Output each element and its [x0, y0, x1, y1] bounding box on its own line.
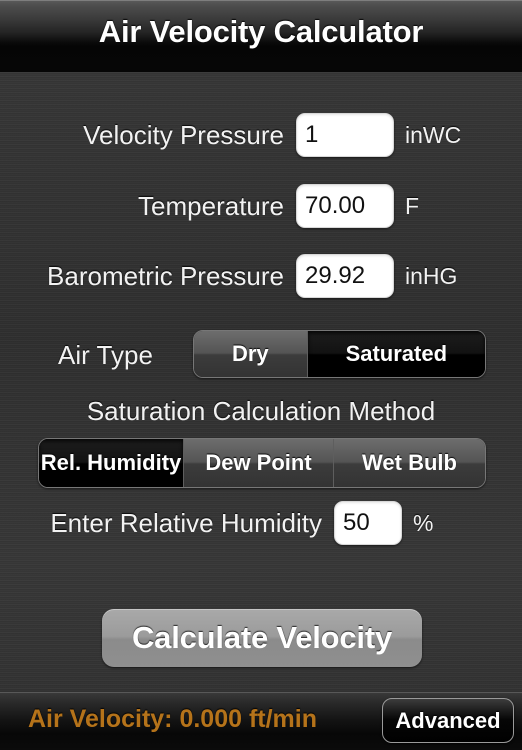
- field-row-temperature: Temperature F: [0, 183, 522, 229]
- advanced-button[interactable]: Advanced: [382, 698, 514, 743]
- app-root: Air Velocity Calculator Velocity Pressur…: [0, 0, 522, 750]
- saturation-method-option-rel-humidity[interactable]: Rel. Humidity: [39, 439, 184, 487]
- calculate-velocity-button[interactable]: Calculate Velocity: [102, 609, 422, 667]
- barometric-pressure-input[interactable]: [296, 254, 394, 298]
- bottom-bar: Air Velocity: 0.000 ft/min Advanced: [0, 692, 522, 750]
- barometric-pressure-unit: inHG: [405, 262, 458, 289]
- saturation-method-label: Saturation Calculation Method: [86, 396, 436, 426]
- page-title: Air Velocity Calculator: [98, 14, 424, 49]
- air-type-option-dry[interactable]: Dry: [194, 331, 308, 377]
- app-header: Air Velocity Calculator: [0, 0, 522, 72]
- air-type-option-saturated[interactable]: Saturated: [307, 331, 485, 377]
- field-row-relative-humidity: Enter Relative Humidity %: [0, 500, 522, 546]
- air-type-segmented-control[interactable]: Dry Saturated: [193, 330, 486, 378]
- saturation-method-option-dew-point[interactable]: Dew Point: [184, 439, 334, 487]
- field-row-velocity-pressure: Velocity Pressure inWC: [0, 112, 522, 158]
- air-type-label: Air Type: [58, 340, 153, 370]
- velocity-pressure-unit: inWC: [405, 121, 462, 148]
- barometric-pressure-label: Barometric Pressure: [47, 260, 284, 291]
- saturation-method-option-wet-bulb[interactable]: Wet Bulb: [334, 439, 485, 487]
- temperature-label: Temperature: [138, 190, 284, 221]
- velocity-pressure-label: Velocity Pressure: [83, 119, 284, 150]
- relative-humidity-input[interactable]: [334, 501, 402, 545]
- relative-humidity-unit: %: [413, 509, 434, 536]
- field-row-barometric-pressure: Barometric Pressure inHG: [0, 253, 522, 299]
- air-velocity-result: Air Velocity: 0.000 ft/min: [28, 705, 317, 733]
- relative-humidity-label: Enter Relative Humidity: [50, 507, 322, 538]
- temperature-unit: F: [405, 192, 420, 219]
- temperature-input[interactable]: [296, 184, 394, 228]
- saturation-method-segmented-control[interactable]: Rel. Humidity Dew Point Wet Bulb: [38, 438, 486, 488]
- velocity-pressure-input[interactable]: [296, 113, 394, 157]
